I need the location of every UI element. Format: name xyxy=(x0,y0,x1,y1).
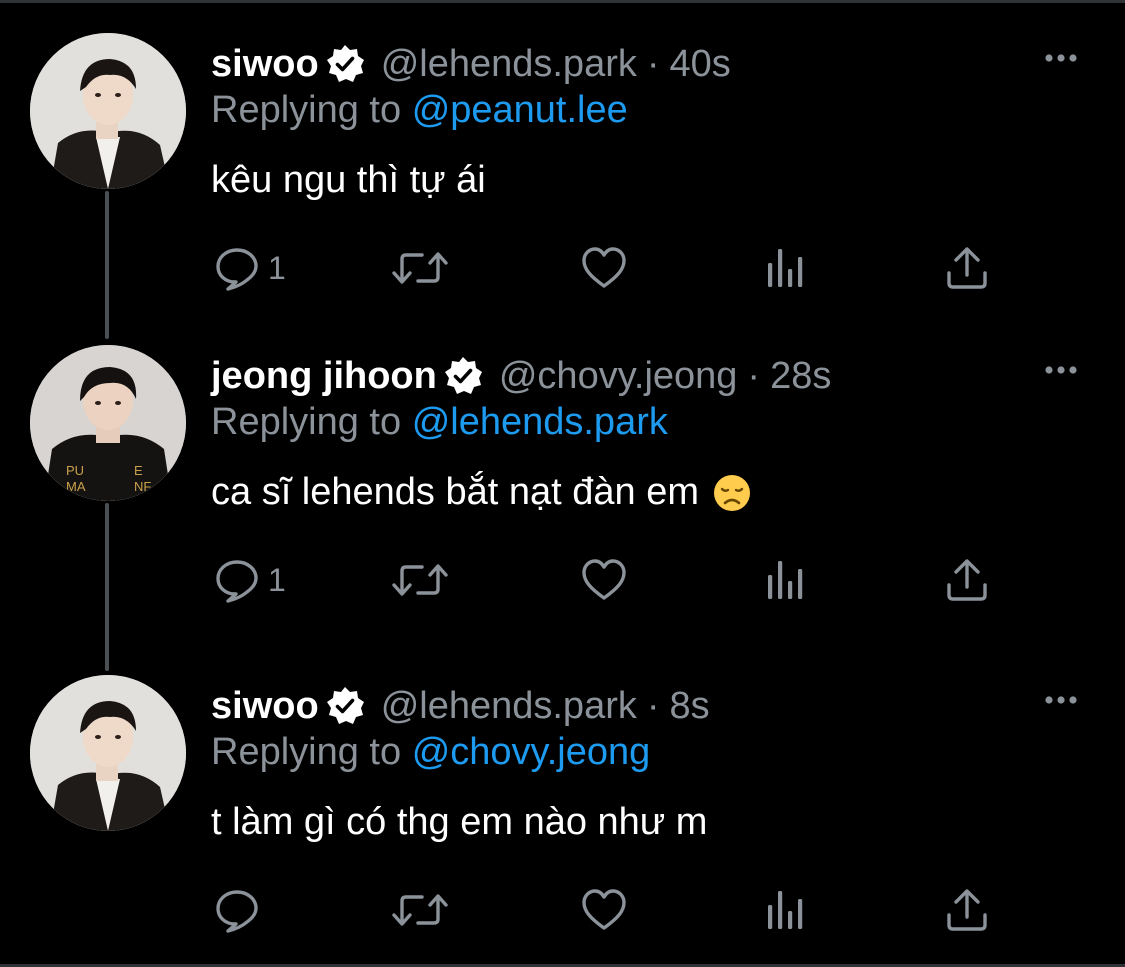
views-chart-icon xyxy=(768,561,803,599)
views-chart-icon xyxy=(768,891,803,929)
replying-to-link[interactable]: @lehends.park xyxy=(412,401,668,443)
tweet-text: t làm gì có thg em nào như m xyxy=(211,801,707,844)
replying-prefix: Replying to xyxy=(211,731,402,773)
action-bar: 1 xyxy=(0,243,1125,293)
separator: · xyxy=(646,42,660,85)
action-bar xyxy=(0,885,1125,935)
more-options-icon[interactable] xyxy=(1041,43,1081,73)
share-icon xyxy=(947,247,987,289)
reply-count: 1 xyxy=(268,561,286,598)
retweet-button[interactable] xyxy=(390,243,450,293)
share-button[interactable] xyxy=(944,885,990,935)
avatar[interactable] xyxy=(30,33,186,189)
display-name[interactable]: siwoo xyxy=(211,685,319,728)
like-button[interactable] xyxy=(580,885,628,935)
svg-text:PU: PU xyxy=(66,463,84,478)
tweet-body: t làm gì có thg em nào như m xyxy=(211,801,708,843)
retweet-icon xyxy=(392,252,448,284)
like-heart-icon xyxy=(582,889,626,930)
timestamp[interactable]: 28s xyxy=(770,355,831,398)
handle[interactable]: @chovy.jeong xyxy=(499,355,738,398)
reply-icon xyxy=(216,248,258,291)
disappointed-face-emoji xyxy=(713,474,751,512)
like-button[interactable] xyxy=(580,555,628,605)
like-button[interactable] xyxy=(580,243,628,293)
separator: · xyxy=(646,684,660,727)
replying-prefix: Replying to xyxy=(211,89,402,131)
reply-button[interactable]: 1 xyxy=(214,243,286,293)
avatar[interactable] xyxy=(30,675,186,831)
tweet-body: kêu ngu thì tự ái xyxy=(211,159,486,201)
share-button[interactable] xyxy=(944,243,990,293)
replying-to: Replying to @chovy.jeong xyxy=(211,731,650,774)
tweet-header: jeong jihoon @chovy.jeong · 28s xyxy=(211,351,831,401)
tweet-text: kêu ngu thì tự ái xyxy=(211,159,486,202)
views-chart-icon xyxy=(768,249,803,287)
tweet[interactable]: siwoo @lehends.park · 8s Replying to @ch… xyxy=(0,645,1125,955)
replying-to-link[interactable]: @peanut.lee xyxy=(412,89,628,131)
display-name[interactable]: siwoo xyxy=(211,43,319,86)
retweet-button[interactable] xyxy=(390,555,450,605)
more-options-icon[interactable] xyxy=(1041,685,1081,715)
views-button[interactable] xyxy=(764,885,808,935)
tweet-text: ca sĩ lehends bắt nạt đàn em xyxy=(211,471,751,514)
separator: · xyxy=(747,354,761,397)
like-heart-icon xyxy=(582,247,626,288)
verified-badge-icon xyxy=(325,44,365,84)
svg-text:NF: NF xyxy=(134,479,151,494)
tweet[interactable]: siwoo @lehends.park · 40s Replying to @p… xyxy=(0,3,1125,313)
tweet-header: siwoo @lehends.park · 8s xyxy=(211,681,710,731)
reply-button[interactable] xyxy=(214,885,268,935)
avatar[interactable]: PU MA E NF xyxy=(30,345,186,501)
display-name[interactable]: jeong jihoon xyxy=(211,355,437,398)
handle[interactable]: @lehends.park xyxy=(381,43,637,86)
reply-button[interactable]: 1 xyxy=(214,555,286,605)
reply-icon xyxy=(216,890,258,933)
share-icon xyxy=(947,889,987,931)
retweet-icon xyxy=(392,564,448,596)
handle[interactable]: @lehends.park xyxy=(381,685,637,728)
retweet-icon xyxy=(392,894,448,926)
share-button[interactable] xyxy=(944,555,990,605)
replying-to-link[interactable]: @chovy.jeong xyxy=(412,731,651,773)
reply-count: 1 xyxy=(268,249,286,286)
share-icon xyxy=(947,559,987,601)
timestamp[interactable]: 8s xyxy=(670,685,710,728)
retweet-button[interactable] xyxy=(390,885,450,935)
more-options-icon[interactable] xyxy=(1041,355,1081,385)
reply-icon xyxy=(216,560,258,603)
verified-badge-icon xyxy=(325,686,365,726)
timestamp[interactable]: 40s xyxy=(670,43,731,86)
tweet-body: ca sĩ lehends bắt nạt đàn em xyxy=(211,471,699,513)
verified-badge-icon xyxy=(443,356,483,396)
tweet-header: siwoo @lehends.park · 40s xyxy=(211,39,731,89)
timeline: siwoo @lehends.park · 40s Replying to @p… xyxy=(0,0,1125,967)
replying-prefix: Replying to xyxy=(211,401,402,443)
action-bar: 1 xyxy=(0,555,1125,605)
tweet[interactable]: PU MA E NF jeong jihoon @chovy.jeong · 2… xyxy=(0,315,1125,625)
replying-to: Replying to @peanut.lee xyxy=(211,89,628,132)
like-heart-icon xyxy=(582,559,626,600)
views-button[interactable] xyxy=(764,555,808,605)
replying-to: Replying to @lehends.park xyxy=(211,401,668,444)
svg-text:E: E xyxy=(134,463,143,478)
svg-text:MA: MA xyxy=(66,479,86,494)
views-button[interactable] xyxy=(764,243,808,293)
